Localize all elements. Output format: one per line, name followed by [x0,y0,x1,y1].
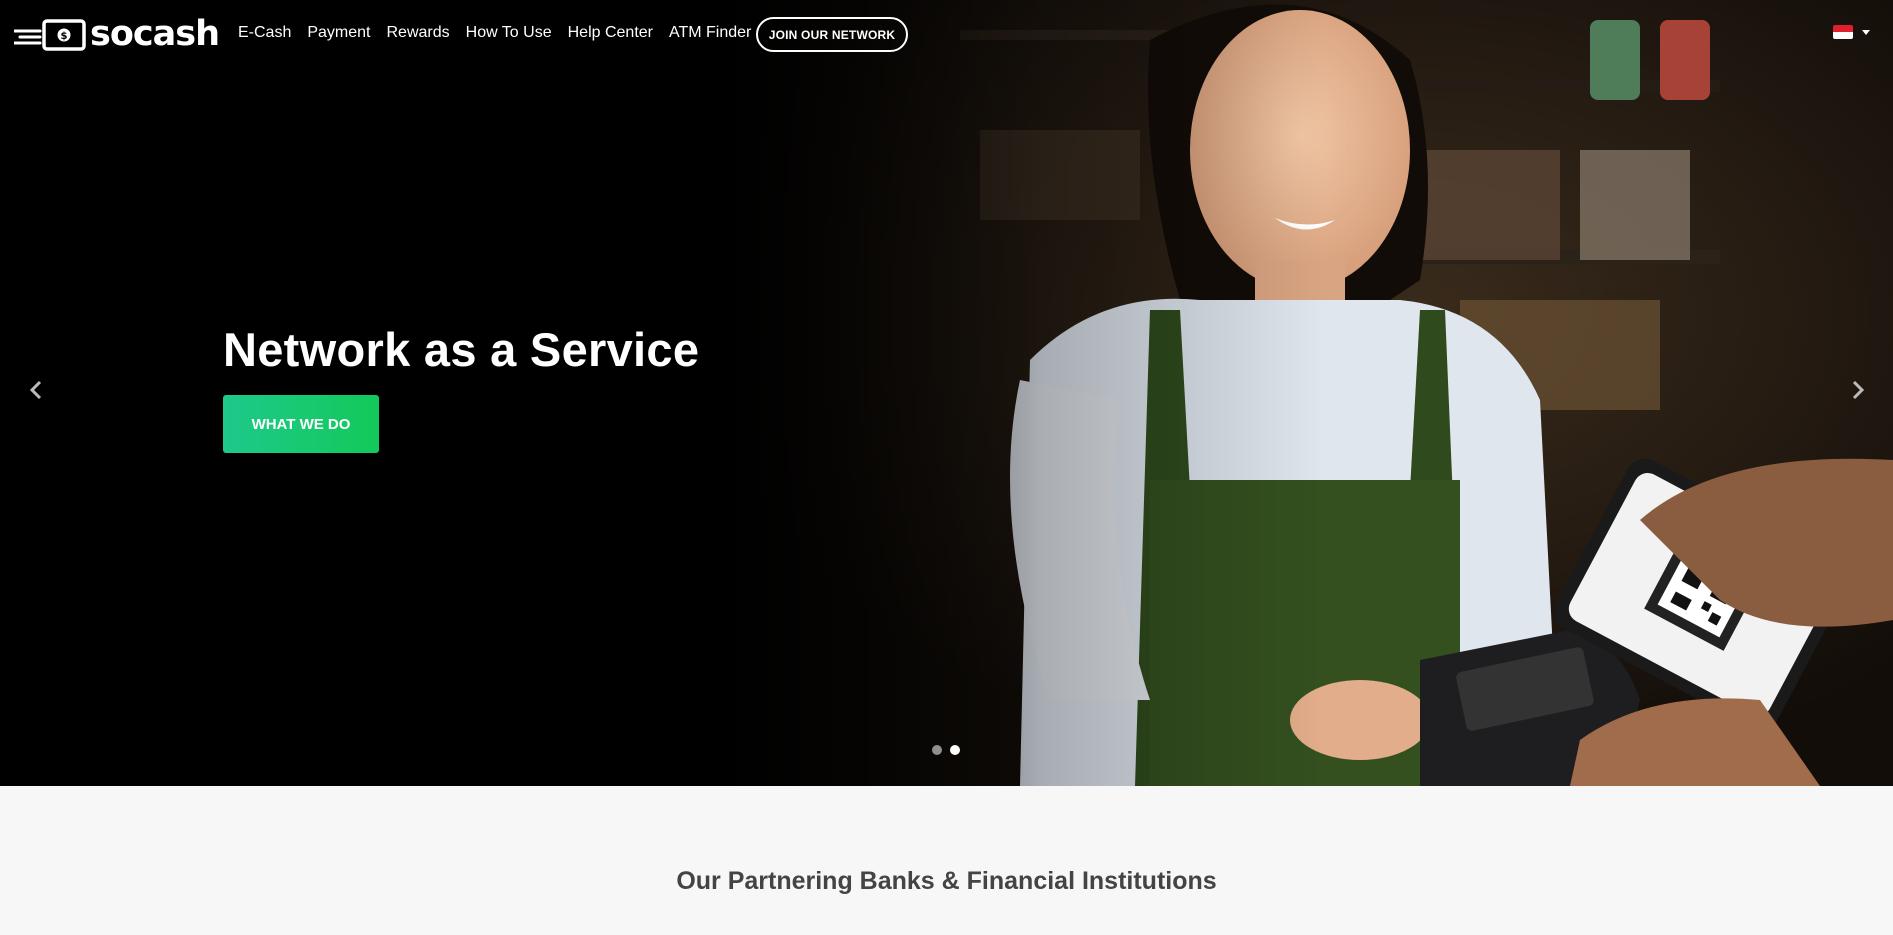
hero-title: Network as a Service [223,323,700,376]
hero-carousel: $ socash E-Cash Payment Rewards How To U… [0,0,1893,786]
chevron-right-icon [1852,380,1865,400]
carousel-dot-1[interactable] [932,745,942,755]
svg-text:$: $ [61,31,68,42]
nav-link-help-center[interactable]: Help Center [568,22,653,44]
caret-down-icon [1862,29,1870,35]
hero-background-image [0,0,1893,786]
nav-link-how-to-use[interactable]: How To Use [466,22,552,44]
what-we-do-button[interactable]: WHAT WE DO [223,395,379,453]
carousel-next-button[interactable] [1846,378,1870,402]
nav-link-payment[interactable]: Payment [307,22,370,44]
nav-link-rewards[interactable]: Rewards [387,22,450,44]
singapore-flag-icon [1833,25,1853,39]
main-nav: E-Cash Payment Rewards How To Use Help C… [238,22,767,44]
language-selector[interactable] [1833,25,1870,39]
carousel-prev-button[interactable] [24,378,48,402]
brand-logo[interactable]: $ socash [14,14,220,54]
carousel-indicators [932,745,960,755]
partners-section: Our Partnering Banks & Financial Institu… [0,786,1893,935]
join-network-button[interactable]: JOIN OUR NETWORK [756,17,908,52]
carousel-dot-2[interactable] [950,745,960,755]
cash-note-icon: $ [14,19,86,51]
top-navbar: $ socash E-Cash Payment Rewards How To U… [0,0,1893,68]
partners-heading: Our Partnering Banks & Financial Institu… [676,867,1217,895]
brand-name: socash [90,14,220,54]
nav-link-atm-finder[interactable]: ATM Finder [669,22,751,44]
chevron-left-icon [29,380,42,400]
nav-link-e-cash[interactable]: E-Cash [238,22,291,44]
